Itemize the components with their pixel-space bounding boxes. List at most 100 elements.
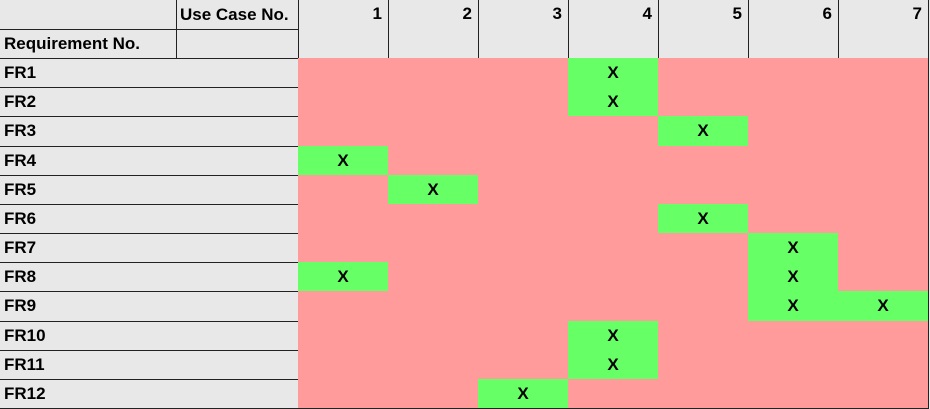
unmapped-cell (388, 321, 479, 351)
unmapped-cell (568, 233, 659, 263)
requirement-label: FR6 (0, 204, 299, 234)
mapped-cell: X (568, 321, 659, 351)
unmapped-cell (568, 379, 659, 409)
requirement-label: FR3 (0, 116, 299, 147)
unmapped-cell (658, 146, 749, 176)
unmapped-cell (748, 204, 839, 234)
unmapped-cell (388, 146, 479, 176)
unmapped-cell (748, 350, 839, 380)
unmapped-cell (838, 87, 929, 117)
unmapped-cell (478, 87, 569, 117)
unmapped-cell (838, 233, 929, 263)
requirement-label: FR5 (0, 175, 299, 205)
requirement-label: FR10 (0, 321, 299, 351)
use-case-header-1: 1 (298, 0, 389, 59)
unmapped-cell (568, 175, 659, 205)
unmapped-cell (568, 204, 659, 234)
unmapped-cell (478, 204, 569, 234)
unmapped-cell (478, 350, 569, 380)
unmapped-cell (838, 116, 929, 147)
unmapped-cell (478, 233, 569, 263)
unmapped-cell (658, 175, 749, 205)
unmapped-cell (298, 233, 389, 263)
unmapped-cell (298, 204, 389, 234)
unmapped-cell (748, 321, 839, 351)
requirement-label: FR11 (0, 350, 299, 380)
unmapped-cell (838, 379, 929, 409)
unmapped-cell (838, 175, 929, 205)
unmapped-cell (298, 291, 389, 322)
unmapped-cell (298, 175, 389, 205)
mapped-cell: X (568, 58, 659, 88)
requirement-header-label: Requirement No. (0, 29, 177, 59)
unmapped-cell (388, 350, 479, 380)
requirement-label: FR12 (0, 379, 299, 409)
mapped-cell: X (388, 175, 479, 205)
requirement-label: FR9 (0, 291, 299, 322)
unmapped-cell (388, 58, 479, 88)
use-case-header-4: 4 (568, 0, 659, 59)
unmapped-cell (748, 58, 839, 88)
unmapped-cell (388, 379, 479, 409)
mapped-cell: X (658, 116, 749, 147)
unmapped-cell (838, 146, 929, 176)
unmapped-cell (838, 58, 929, 88)
unmapped-cell (388, 116, 479, 147)
unmapped-cell (658, 350, 749, 380)
mapped-cell: X (478, 379, 569, 409)
unmapped-cell (748, 87, 839, 117)
unmapped-cell (478, 262, 569, 292)
unmapped-cell (748, 175, 839, 205)
unmapped-cell (298, 116, 389, 147)
corner-cell (0, 0, 177, 30)
unmapped-cell (838, 350, 929, 380)
mapped-cell: X (658, 204, 749, 234)
mapped-cell: X (568, 350, 659, 380)
mapped-cell: X (298, 146, 389, 176)
use-case-header-7: 7 (838, 0, 929, 59)
requirement-label: FR8 (0, 262, 299, 292)
requirement-label: FR2 (0, 87, 299, 117)
unmapped-cell (658, 233, 749, 263)
unmapped-cell (388, 87, 479, 117)
unmapped-cell (298, 321, 389, 351)
mapped-cell: X (748, 291, 839, 322)
empty-header-cell (176, 29, 299, 59)
unmapped-cell (388, 291, 479, 322)
unmapped-cell (388, 233, 479, 263)
mapped-cell: X (838, 291, 929, 322)
unmapped-cell (568, 291, 659, 322)
unmapped-cell (388, 204, 479, 234)
requirement-label: FR1 (0, 58, 299, 88)
unmapped-cell (478, 291, 569, 322)
unmapped-cell (568, 262, 659, 292)
unmapped-cell (298, 58, 389, 88)
use-case-header-6: 6 (748, 0, 839, 59)
unmapped-cell (658, 379, 749, 409)
mapped-cell: X (298, 262, 389, 292)
unmapped-cell (568, 146, 659, 176)
unmapped-cell (298, 350, 389, 380)
unmapped-cell (478, 321, 569, 351)
unmapped-cell (658, 321, 749, 351)
unmapped-cell (658, 291, 749, 322)
unmapped-cell (568, 116, 659, 147)
traceability-matrix: Use Case No. Requirement No. 1 2 3 4 5 6 7 FR1 X… (0, 0, 930, 409)
use-case-header-5: 5 (658, 0, 749, 59)
use-case-header-3: 3 (478, 0, 569, 59)
unmapped-cell (478, 116, 569, 147)
unmapped-cell (838, 321, 929, 351)
mapped-cell: X (748, 233, 839, 263)
unmapped-cell (838, 204, 929, 234)
unmapped-cell (388, 262, 479, 292)
requirement-label: FR7 (0, 233, 299, 263)
unmapped-cell (478, 175, 569, 205)
unmapped-cell (748, 116, 839, 147)
requirement-label: FR4 (0, 146, 299, 176)
unmapped-cell (298, 379, 389, 409)
unmapped-cell (478, 58, 569, 88)
unmapped-cell (478, 146, 569, 176)
mapped-cell: X (568, 87, 659, 117)
use-case-header-label: Use Case No. (176, 0, 299, 30)
unmapped-cell (298, 87, 389, 117)
